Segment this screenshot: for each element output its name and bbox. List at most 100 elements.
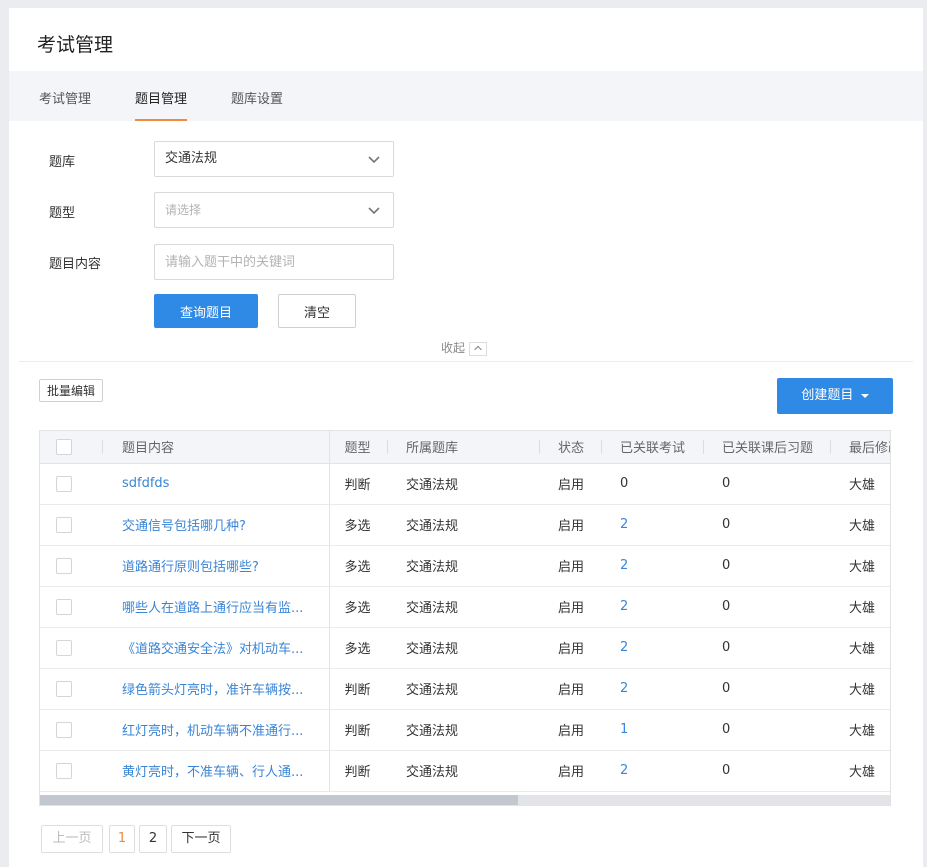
content-search-input[interactable]	[154, 244, 394, 280]
collapse-toggle[interactable]: 收起	[441, 339, 488, 356]
row-checkbox[interactable]	[56, 598, 72, 615]
question-table: 题目内容 题型 所属题库 状态 已关联考试 已关联课后习题 最后修改 sdfdf…	[39, 430, 891, 806]
table-row[interactable]: 哪些人在道路上通行应当有监... 多选 交通法规 启用 2 0 大雄	[40, 586, 890, 628]
tab-question-management[interactable]: 题目管理	[135, 88, 188, 121]
last-modifier: 大雄	[830, 627, 890, 669]
checkbox-cell	[40, 709, 102, 751]
row-checkbox[interactable]	[56, 475, 72, 492]
question-content-link[interactable]: 哪些人在道路上通行应当有监...	[102, 586, 330, 628]
scrollbar-thumb[interactable]	[40, 795, 518, 805]
question-content-link[interactable]: 道路通行原则包括哪些?	[102, 545, 330, 587]
type-select[interactable]: 请选择	[154, 192, 394, 228]
batch-edit-button[interactable]: 批量编辑	[39, 379, 103, 402]
linked-exams-count[interactable]: 2	[601, 586, 703, 628]
divider	[19, 361, 913, 362]
linked-homework-count: 0	[703, 627, 830, 669]
table-row[interactable]: 黄灯亮时，不准车辆、行人通... 判断 交通法规 启用 2 0 大雄	[40, 750, 890, 792]
checkbox-cell	[40, 750, 102, 792]
prev-page-button[interactable]: 上一页	[41, 825, 103, 853]
question-bank: 交通法规	[387, 627, 539, 669]
table-row[interactable]: 交通信号包括哪几种? 多选 交通法规 启用 2 0 大雄	[40, 504, 890, 546]
table-header-row: 题目内容 题型 所属题库 状态 已关联考试 已关联课后习题 最后修改	[40, 431, 890, 464]
tab-bar: 考试管理 题目管理 题库设置	[9, 71, 923, 121]
table-row[interactable]: sdfdfds 判断 交通法规 启用 0 0 大雄	[40, 463, 890, 505]
bank-select[interactable]: 交通法规	[154, 141, 394, 177]
question-type: 多选	[329, 586, 387, 628]
column-header-type: 题型	[344, 441, 371, 457]
row-checkbox[interactable]	[56, 557, 72, 574]
clear-button[interactable]: 清空	[278, 294, 356, 328]
column-header-linked-exams: 已关联考试	[620, 441, 686, 457]
last-modifier: 大雄	[830, 586, 890, 628]
column-header-status: 状态	[558, 441, 585, 457]
row-checkbox[interactable]	[56, 762, 72, 779]
question-content-link[interactable]: sdfdfds	[102, 463, 330, 505]
select-all-checkbox[interactable]	[56, 438, 72, 455]
row-checkbox[interactable]	[56, 639, 72, 656]
row-checkbox[interactable]	[56, 721, 72, 738]
column-header-bank: 所属题库	[406, 441, 459, 457]
linked-exams-count[interactable]: 2	[601, 545, 703, 587]
linked-homework-count: 0	[703, 504, 830, 546]
question-content-link[interactable]: 《道路交通安全法》对机动车...	[102, 627, 330, 669]
bank-label: 题库	[49, 155, 76, 170]
type-select-placeholder: 请选择	[165, 203, 202, 217]
create-question-label: 创建题目	[801, 388, 854, 403]
linked-exams-count[interactable]: 2	[601, 627, 703, 669]
last-modifier: 大雄	[830, 668, 890, 710]
question-content-link[interactable]: 红灯亮时，机动车辆不准通行...	[102, 709, 330, 751]
table-body: sdfdfds 判断 交通法规 启用 0 0 大雄 交通信号包括哪几种? 多选 交通法规 启用 2 0 大…	[40, 463, 890, 792]
question-type: 判断	[329, 668, 387, 710]
caret-down-icon	[860, 393, 869, 398]
main-panel: 考试管理 考试管理 题目管理 题库设置 题库 交通法规 题型 请选择 题目内容 …	[9, 8, 923, 867]
create-question-button[interactable]: 创建题目	[777, 378, 893, 414]
checkbox-cell	[40, 627, 102, 669]
search-button[interactable]: 查询题目	[154, 294, 258, 328]
question-status: 启用	[539, 627, 601, 669]
checkbox-cell	[40, 586, 102, 628]
column-header-modifier: 最后修改	[849, 441, 890, 457]
question-status: 启用	[539, 463, 601, 505]
page-1-button[interactable]: 1	[109, 825, 135, 853]
question-type: 多选	[329, 504, 387, 546]
tab-bank-settings[interactable]: 题库设置	[231, 88, 283, 121]
question-type: 多选	[329, 627, 387, 669]
question-type: 判断	[329, 709, 387, 751]
checkbox-cell	[40, 504, 102, 546]
linked-homework-count: 0	[703, 545, 830, 587]
linked-homework-count: 0	[703, 586, 830, 628]
row-checkbox[interactable]	[56, 516, 72, 533]
question-bank: 交通法规	[387, 586, 539, 628]
chevron-down-icon	[368, 207, 380, 215]
content-label: 题目内容	[49, 257, 102, 272]
table-row[interactable]: 道路通行原则包括哪些? 多选 交通法规 启用 2 0 大雄	[40, 545, 890, 587]
type-label: 题型	[49, 206, 76, 221]
horizontal-scrollbar[interactable]	[40, 795, 890, 805]
linked-homework-count: 0	[703, 750, 830, 792]
column-header-content: 题目内容	[122, 441, 175, 457]
tab-exam-management[interactable]: 考试管理	[39, 88, 91, 121]
question-bank: 交通法规	[387, 750, 539, 792]
linked-homework-count: 0	[703, 668, 830, 710]
linked-exams-count[interactable]: 2	[601, 668, 703, 710]
question-content-link[interactable]: 黄灯亮时，不准车辆、行人通...	[102, 750, 330, 792]
next-page-button[interactable]: 下一页	[171, 825, 231, 853]
linked-exams-count[interactable]: 2	[601, 504, 703, 546]
collapse-label: 收起	[441, 341, 466, 355]
question-bank: 交通法规	[387, 545, 539, 587]
question-content-link[interactable]: 交通信号包括哪几种?	[102, 504, 330, 546]
table-row[interactable]: 红灯亮时，机动车辆不准通行... 判断 交通法规 启用 1 0 大雄	[40, 709, 890, 751]
checkbox-cell	[40, 463, 102, 505]
table-row[interactable]: 绿色箭头灯亮时，准许车辆按... 判断 交通法规 启用 2 0 大雄	[40, 668, 890, 710]
chevron-up-icon	[469, 341, 488, 356]
table-row[interactable]: 《道路交通安全法》对机动车... 多选 交通法规 启用 2 0 大雄	[40, 627, 890, 669]
last-modifier: 大雄	[830, 504, 890, 546]
question-content-link[interactable]: 绿色箭头灯亮时，准许车辆按...	[102, 668, 330, 710]
linked-homework-count: 0	[703, 463, 830, 505]
linked-exams-count: 0	[601, 463, 703, 505]
row-checkbox[interactable]	[56, 680, 72, 697]
linked-exams-count[interactable]: 2	[601, 750, 703, 792]
page-2-button[interactable]: 2	[139, 825, 167, 853]
checkbox-cell	[40, 668, 102, 710]
linked-exams-count[interactable]: 1	[601, 709, 703, 751]
